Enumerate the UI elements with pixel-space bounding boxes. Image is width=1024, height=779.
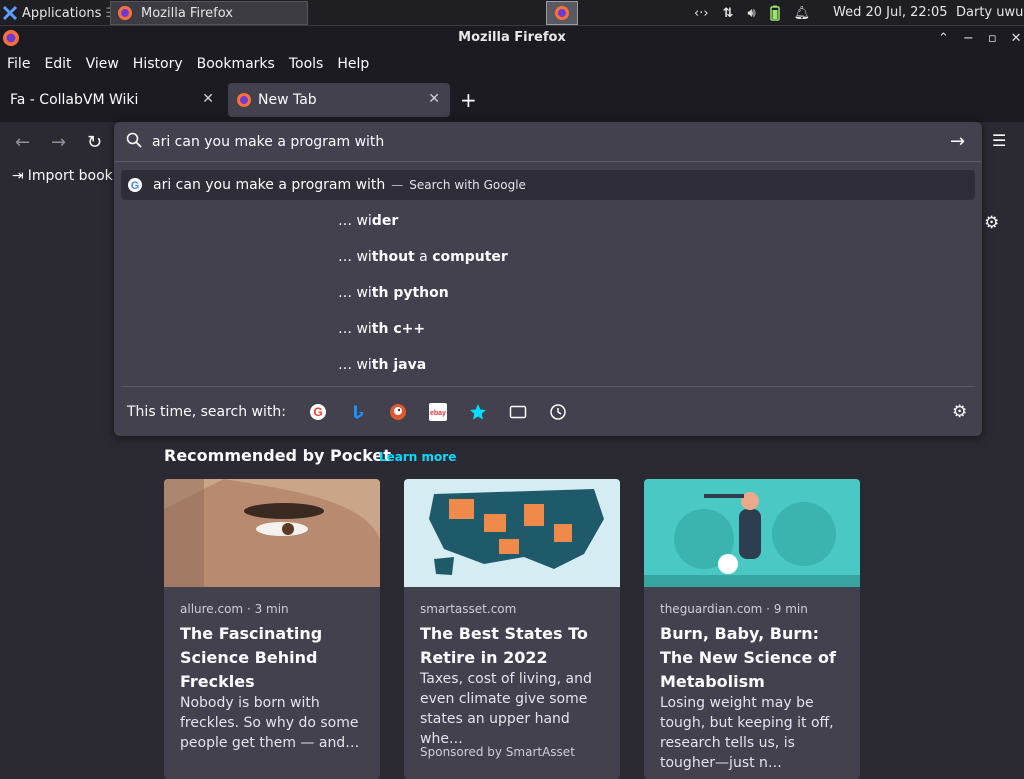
- notification-bell-icon[interactable]: 🔔︎: [794, 6, 811, 21]
- menu-file[interactable]: File: [0, 56, 37, 72]
- go-arrow-icon[interactable]: →: [950, 131, 965, 152]
- suggestion-row[interactable]: … with java: [338, 357, 426, 373]
- tab-label: New Tab: [258, 92, 317, 108]
- suggestion-row[interactable]: … without a computer: [338, 249, 508, 265]
- suggestion-row[interactable]: … wider: [338, 213, 398, 229]
- tabs-icon[interactable]: [509, 403, 527, 421]
- tab-strip: Fa - CollabVM Wiki ✕ New Tab ✕ +: [0, 78, 1024, 122]
- card-title: The Best States To Retire in 2022: [420, 624, 588, 667]
- bookmarks-star-icon[interactable]: [469, 403, 487, 421]
- battery-icon[interactable]: [769, 5, 780, 21]
- google-icon: G: [128, 178, 142, 192]
- desktop-panel: Applications ☰ Mozilla Firefox ‹·› ⇅ 🔊︎ …: [0, 0, 1024, 26]
- urlbar-input[interactable]: [152, 129, 932, 155]
- import-bookmarks-button[interactable]: ⇥ Import book: [12, 168, 113, 184]
- clock[interactable]: Wed 20 Jul, 22:05: [833, 0, 948, 26]
- suggestion-row[interactable]: … with python: [338, 285, 449, 301]
- ebay-icon[interactable]: ebay: [429, 403, 447, 421]
- card-excerpt: Nobody is born with freckles. So why do …: [180, 695, 360, 751]
- back-arrow-icon[interactable]: ←: [15, 132, 30, 153]
- metabolism-thumbnail: [644, 479, 860, 587]
- learn-more-link[interactable]: Learn more: [379, 450, 456, 464]
- urlbar-popup: → G ari can you make a program with — Se…: [114, 122, 982, 436]
- close-window-icon[interactable]: ✕: [1011, 31, 1022, 46]
- workspace-pager[interactable]: [546, 1, 578, 25]
- forward-arrow-icon[interactable]: →: [51, 132, 66, 153]
- minimize-icon[interactable]: −: [963, 31, 974, 46]
- xfce-logo-icon: [2, 5, 18, 21]
- hamburger-menu-icon[interactable]: ☰: [992, 131, 1006, 150]
- oneoff-label: This time, search with:: [127, 404, 286, 420]
- duckduckgo-icon[interactable]: [389, 403, 407, 421]
- menu-history[interactable]: History: [126, 56, 190, 72]
- freckles-thumbnail: [164, 479, 380, 587]
- import-label: Import book: [27, 168, 113, 184]
- menu-tools[interactable]: Tools: [282, 56, 331, 72]
- tab-new-tab[interactable]: New Tab ✕: [228, 83, 450, 117]
- taskbar-firefox-button[interactable]: Mozilla Firefox: [110, 1, 308, 25]
- result-action: Search with Google: [409, 178, 526, 192]
- tab-label: Fa - CollabVM Wiki: [10, 92, 139, 108]
- volume-icon[interactable]: 🔊︎: [747, 6, 755, 21]
- firefox-icon: [118, 6, 132, 20]
- suggestion-row[interactable]: … with c++: [338, 321, 425, 337]
- firefox-icon: [237, 93, 251, 107]
- svg-text:ebay: ebay: [430, 410, 446, 417]
- menu-edit[interactable]: Edit: [37, 56, 78, 72]
- card-excerpt: Losing weight may be tough, but keeping …: [660, 695, 834, 771]
- us-map-thumbnail: [404, 479, 620, 587]
- maximize-icon[interactable]: ▫: [988, 31, 997, 46]
- card-title: Burn, Baby, Burn: The New Science of Met…: [660, 624, 836, 691]
- window-up-icon[interactable]: ⌃: [938, 31, 949, 46]
- google-icon[interactable]: G: [309, 403, 327, 421]
- urlbar: →: [114, 122, 982, 162]
- search-settings-gear-icon[interactable]: ⚙: [952, 402, 967, 422]
- card-source: smartasset.com: [420, 602, 517, 616]
- pocket-card-freckles[interactable]: allure.com · 3 min The Fascinating Scien…: [164, 479, 380, 779]
- close-tab-icon[interactable]: ✕: [202, 91, 214, 107]
- search-result-row[interactable]: G ari can you make a program with — Sear…: [121, 170, 975, 200]
- reload-icon[interactable]: ↻: [87, 132, 102, 153]
- new-tab-plus-icon[interactable]: +: [460, 88, 477, 112]
- applications-label: Applications: [22, 5, 102, 21]
- firefox-icon: [555, 6, 569, 20]
- personalize-gear-icon[interactable]: ⚙: [984, 213, 999, 233]
- history-clock-icon[interactable]: [549, 403, 567, 421]
- result-separator: —: [391, 178, 404, 192]
- pocket-card-metabolism[interactable]: theguardian.com · 9 min Burn, Baby, Burn…: [644, 479, 860, 779]
- pocket-heading: Recommended by Pocket: [164, 446, 391, 465]
- window-title: Mozilla Firefox: [458, 30, 566, 45]
- user-menu[interactable]: Darty uwu: [956, 0, 1023, 26]
- card-sponsor: Sponsored by SmartAsset: [420, 745, 575, 759]
- system-tray: ‹·› ⇅ 🔊︎ 🔔︎: [694, 0, 810, 26]
- menu-help[interactable]: Help: [330, 56, 376, 72]
- svg-text:G: G: [131, 180, 140, 192]
- window-titlebar: Mozilla Firefox ⌃ − ▫ ✕: [0, 26, 1024, 50]
- menu-view[interactable]: View: [79, 56, 126, 72]
- bing-icon[interactable]: [349, 403, 367, 421]
- svg-text:G: G: [313, 405, 322, 419]
- oneoff-divider: [121, 386, 975, 387]
- search-icon: [126, 132, 142, 148]
- network-icon[interactable]: ‹·›: [694, 6, 709, 21]
- menubar: File Edit View History Bookmarks Tools H…: [0, 50, 1024, 78]
- card-title: The Fascinating Science Behind Freckles: [180, 624, 323, 691]
- card-source: theguardian.com · 9 min: [660, 602, 808, 616]
- card-excerpt: Taxes, cost of living, and even climate …: [420, 671, 592, 747]
- applications-menu[interactable]: Applications ☰: [2, 0, 117, 26]
- taskbar-title: Mozilla Firefox: [141, 5, 233, 21]
- tab-collabvm-wiki[interactable]: Fa - CollabVM Wiki ✕: [0, 83, 224, 117]
- import-icon: ⇥: [12, 168, 24, 184]
- pocket-card-retire[interactable]: smartasset.com The Best States To Retire…: [404, 479, 620, 779]
- close-tab-icon[interactable]: ✕: [428, 91, 440, 107]
- result-text: ari can you make a program with: [153, 177, 386, 193]
- menu-bookmarks[interactable]: Bookmarks: [190, 56, 282, 72]
- card-source: allure.com · 3 min: [180, 602, 289, 616]
- transfer-icon[interactable]: ⇅: [723, 6, 734, 21]
